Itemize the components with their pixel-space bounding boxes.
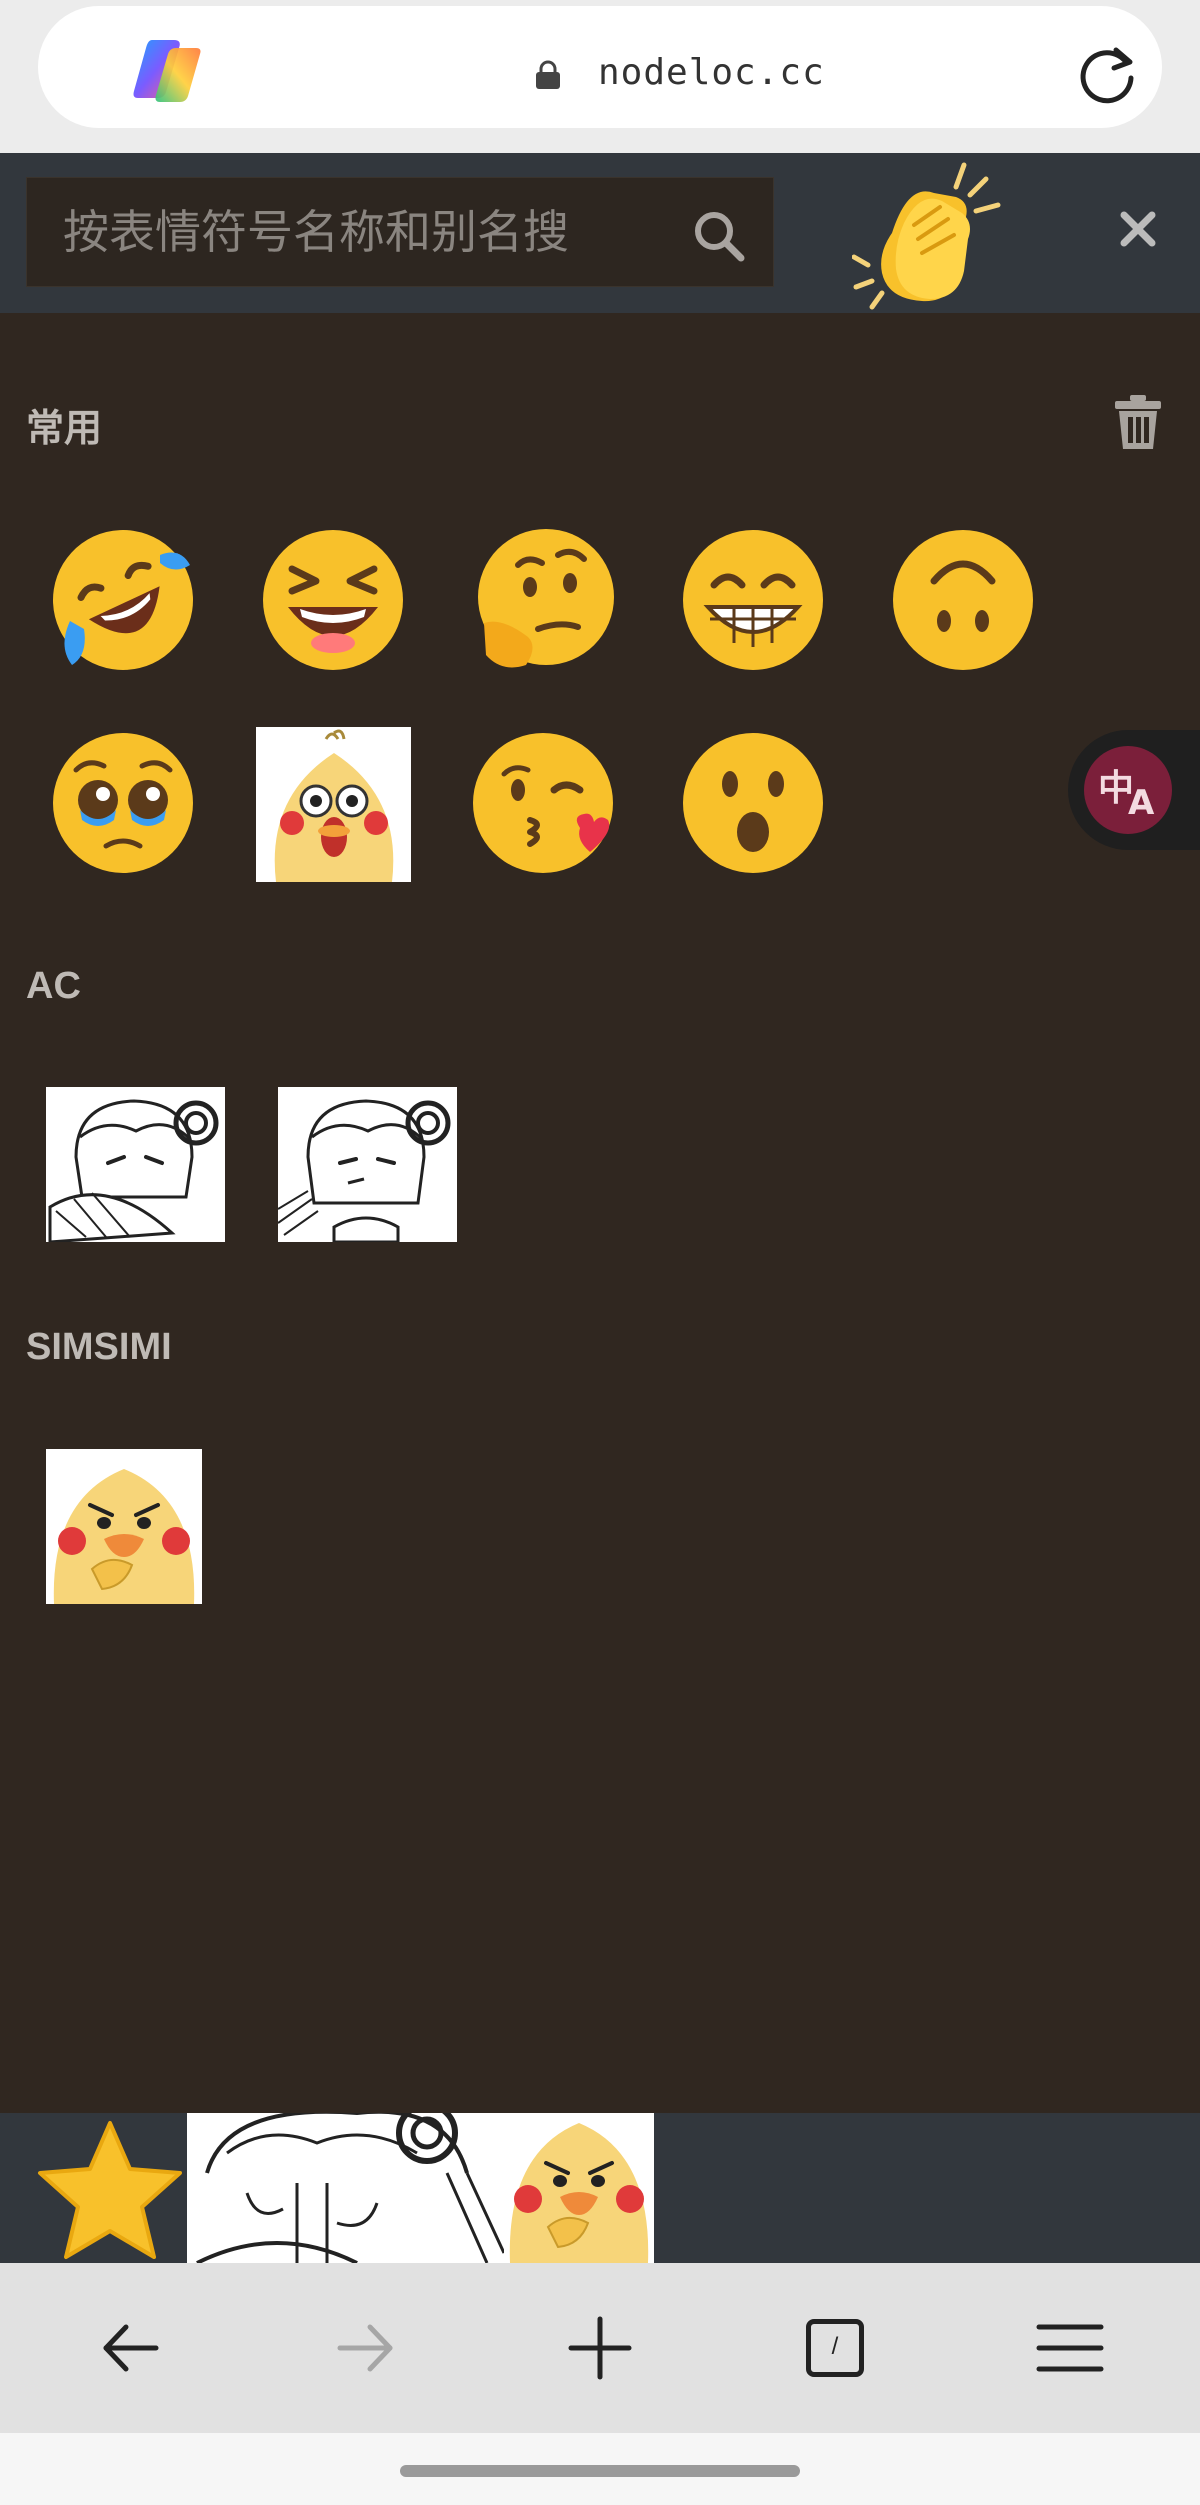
lock-icon (536, 60, 560, 89)
section-title-simsimi: SIMSIMI (26, 1326, 172, 1368)
ac-sticker-spit[interactable] (278, 1087, 457, 1242)
reload-icon[interactable] (1076, 44, 1138, 106)
beaming-face-with-smiling-eyes-emoji[interactable] (678, 525, 828, 675)
rolling-on-the-floor-laughing-emoji[interactable] (48, 525, 198, 675)
search-icon[interactable] (691, 208, 747, 264)
translate-button[interactable]: 中 A (1068, 730, 1200, 850)
tabs-count-button[interactable]: / (800, 2313, 870, 2383)
ac-sticker-fan[interactable] (46, 1087, 225, 1242)
ac-group-thumbnail-image (187, 2113, 504, 2263)
home-gesture-bar[interactable] (400, 2465, 800, 2477)
duck-shocked-sticker-image (256, 727, 411, 882)
tabs-count-icon: / (806, 2319, 864, 2377)
face-with-open-mouth-emoji[interactable] (678, 728, 828, 878)
simsimi-duck-sticker[interactable] (46, 1449, 202, 1604)
copilot-logo-icon[interactable] (130, 36, 204, 106)
forward-arrow-icon[interactable] (330, 2313, 400, 2383)
section-title-frequent: 常用 (26, 408, 103, 450)
ac-sticker-spit-image (278, 1087, 457, 1242)
menu-icon[interactable] (1035, 2313, 1105, 2383)
clapping-hands-icon[interactable] (852, 153, 1012, 311)
duck-shocked-sticker[interactable] (256, 727, 411, 882)
close-icon[interactable] (1118, 209, 1158, 249)
pleading-face-emoji[interactable] (48, 728, 198, 878)
back-arrow-icon[interactable] (96, 2313, 166, 2383)
emoji-search-box[interactable] (26, 177, 774, 287)
simsimi-duck-sticker-image (46, 1449, 202, 1604)
face-blowing-a-kiss-emoji[interactable] (468, 728, 618, 878)
section-title-ac: AC (26, 965, 81, 1007)
svg-text:A: A (1128, 783, 1155, 823)
ac-group-thumbnail[interactable] (187, 2113, 504, 2263)
gesture-area (0, 2433, 1200, 2505)
thinking-face-emoji[interactable] (468, 525, 618, 675)
grinning-squinting-face-emoji[interactable] (258, 525, 408, 675)
picker-header (0, 153, 1200, 313)
emoji-group-bar (0, 2113, 1200, 2263)
ac-sticker-fan-image (46, 1087, 225, 1242)
url-text[interactable]: nodeloc.cc (598, 52, 825, 93)
simsimi-group-thumbnail-image (504, 2113, 654, 2263)
star-icon[interactable] (34, 2117, 186, 2263)
browser-toolbar: nodeloc.cc (0, 0, 1200, 153)
browser-bottom-nav: / (0, 2263, 1200, 2433)
emoji-search-input[interactable] (63, 196, 663, 268)
upside-down-face-emoji[interactable] (888, 525, 1038, 675)
simsimi-group-thumbnail[interactable] (504, 2113, 654, 2263)
address-bar[interactable]: nodeloc.cc (38, 6, 1162, 128)
new-tab-plus-icon[interactable] (565, 2313, 635, 2383)
translate-icon: 中 A (1084, 746, 1172, 834)
trash-icon[interactable] (1113, 393, 1163, 451)
emoji-picker: 常用 (0, 153, 1200, 2263)
